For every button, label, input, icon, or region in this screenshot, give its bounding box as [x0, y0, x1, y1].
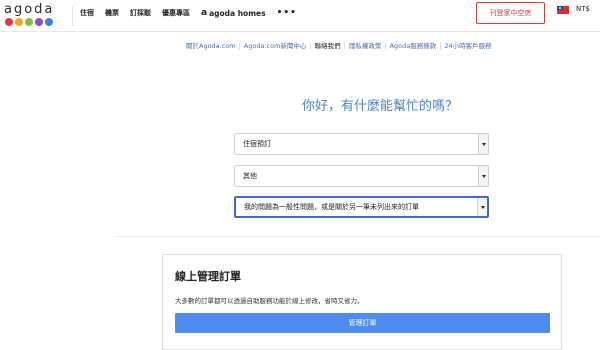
nav-item-transfers[interactable]: 訂採駁: [130, 8, 151, 18]
agoda-logo[interactable]: agoda: [4, 2, 64, 28]
section-divider: [115, 236, 600, 237]
sublink-press[interactable]: Agoda.com新聞中心: [244, 42, 307, 50]
help-title: 你好，有什麼能幫忙的嗎？: [301, 99, 458, 114]
nav-item-agoda-homes[interactable]: a agoda homes: [201, 8, 266, 18]
chevron-down-icon: [478, 166, 488, 186]
manage-booking-button[interactable]: 管理訂單: [175, 313, 550, 333]
logo-text: agoda: [4, 2, 55, 17]
main-nav: 住宿 機票 訂採駁 優惠專區 a agoda homes •••: [80, 8, 308, 18]
logo-dot-purple: [35, 18, 43, 26]
logo-dot-green: [25, 18, 33, 26]
sublink-privacy[interactable]: 隱私權政策: [349, 42, 382, 50]
taiwan-flag-icon[interactable]: [557, 6, 569, 14]
list-your-place-button[interactable]: 刊登家中空房: [476, 2, 545, 24]
help-sublinks: 關於Agoda.com | Agoda.com新聞中心 | 聯絡我們 | 隱私權政策 | Ago…: [186, 42, 492, 50]
manage-booking-description: 大多數的訂單都可以透過自助服務功能於線上修改，省時又省力。: [175, 297, 364, 305]
topic-select[interactable]: 其他: [234, 165, 489, 187]
more-menu-icon[interactable]: •••: [277, 8, 297, 18]
category-select-value: 住宿預訂: [243, 140, 271, 148]
question-select[interactable]: 我的問題為一般性問題，或是關於另一筆未列出來的訂單: [234, 196, 489, 218]
top-header: agoda 住宿 機票 訂採駁 優惠專區 a agoda homes ••• 刊…: [0, 0, 600, 32]
logo-dot-red: [5, 18, 13, 26]
sublink-about[interactable]: 關於Agoda.com: [186, 42, 236, 50]
logo-dots: [5, 18, 53, 26]
nav-item-flights[interactable]: 機票: [105, 8, 119, 18]
topic-select-value: 其他: [243, 172, 257, 180]
nav-item-deals[interactable]: 優惠專區: [162, 8, 190, 18]
nav-item-stays[interactable]: 住宿: [80, 8, 94, 18]
question-select-value: 我的問題為一般性問題，或是關於另一筆未列出來的訂單: [244, 203, 419, 211]
chevron-down-icon: [477, 198, 487, 216]
sublink-terms[interactable]: Agoda服務條款: [390, 42, 437, 50]
chevron-down-icon: [478, 134, 488, 154]
manage-booking-card: 線上管理訂單 大多數的訂單都可以透過自助服務功能於線上修改，省時又省力。 管理訂…: [162, 254, 562, 350]
sublink-contact-us[interactable]: 聯絡我們: [315, 42, 341, 50]
category-select[interactable]: 住宿預訂: [234, 133, 489, 155]
header-divider: [72, 6, 73, 26]
currency-selector[interactable]: NT$: [576, 5, 590, 13]
sublink-customer-service[interactable]: 24小時客戶服務: [444, 42, 491, 50]
agoda-homes-label: agoda homes: [209, 8, 266, 18]
agoda-homes-icon: a: [201, 8, 208, 18]
logo-dot-orange: [15, 18, 23, 26]
logo-dot-blue: [45, 18, 53, 26]
manage-booking-title: 線上管理訂單: [175, 270, 241, 283]
